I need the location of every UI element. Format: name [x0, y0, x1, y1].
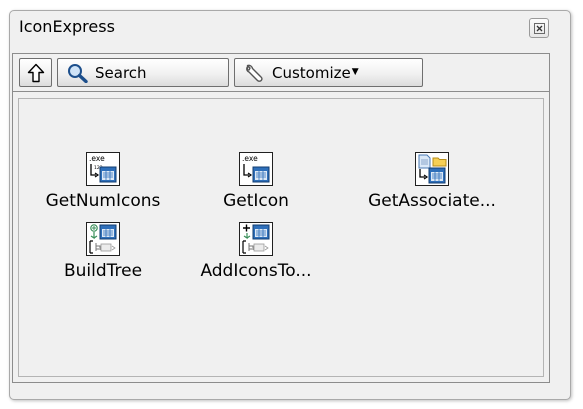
exe-get-icon: .exe — [239, 152, 273, 186]
palette-icon-area: .exe 123 GetNumIcons .exe GetIcon GetAss… — [18, 98, 544, 377]
close-icon — [534, 23, 545, 34]
exe-text: .exe — [89, 154, 105, 163]
document-folder-icon — [415, 152, 449, 186]
wrench-icon — [246, 64, 263, 82]
search-button-label: Search — [95, 63, 147, 82]
close-button[interactable] — [529, 18, 549, 38]
palette-item-buildtree[interactable]: BuildTree — [33, 222, 173, 281]
arrow-up-icon — [27, 63, 44, 82]
item-label: GetAssociate... — [368, 191, 496, 211]
item-label: GetIcon — [223, 191, 289, 211]
item-label: AddIconsTo... — [200, 261, 312, 281]
add-icons-tree-icon — [239, 222, 273, 256]
palette-item-getassociate[interactable]: GetAssociate... — [362, 152, 502, 211]
build-tree-icon — [86, 222, 120, 256]
customize-button[interactable]: Customize ▼ — [234, 58, 423, 87]
up-button[interactable] — [19, 58, 52, 87]
palette-item-getnumicons[interactable]: .exe 123 GetNumIcons — [33, 152, 173, 211]
item-label: BuildTree — [63, 261, 143, 281]
customize-button-label: Customize — [272, 63, 351, 82]
exe-count-icon: .exe 123 — [86, 152, 120, 186]
search-button[interactable]: Search — [57, 58, 229, 87]
magnifier-icon — [68, 63, 88, 83]
palette-content: Search Customize ▼ .exe 123 GetNumIcons … — [12, 53, 550, 383]
palette-item-addiconsto[interactable]: AddIconsTo... — [186, 222, 326, 281]
exe-text: .exe — [242, 154, 258, 163]
palette-toolbar: Search Customize ▼ — [13, 54, 549, 92]
palette-title: IconExpress — [19, 17, 115, 36]
palette-item-geticon[interactable]: .exe GetIcon — [186, 152, 326, 211]
item-label: GetNumIcons — [45, 191, 161, 211]
chevron-down-icon: ▼ — [351, 66, 359, 77]
